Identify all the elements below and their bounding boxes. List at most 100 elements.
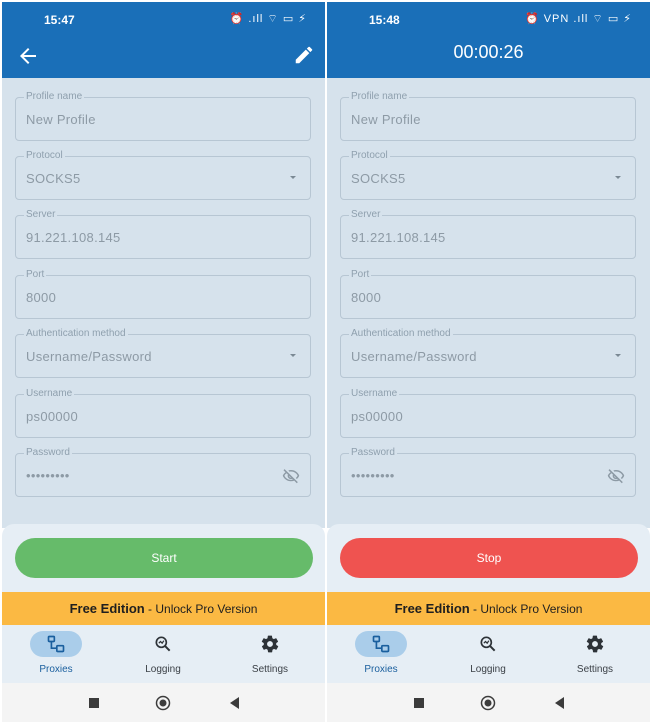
nav-item-proxies[interactable]: Proxies <box>331 625 431 683</box>
field-label: Port <box>24 269 47 281</box>
phone-screen-profile-editor: 15:47 ⏰ .ıll ⌔ ▭ ⚡ Profile name New Prof… <box>2 2 325 722</box>
dropdown-arrow-icon <box>290 176 296 179</box>
nav-label: Settings <box>251 664 289 675</box>
server-field[interactable]: Server 91.221.108.145 <box>340 209 636 259</box>
username-field[interactable]: Username ps00000 <box>340 388 636 438</box>
system-navigation-bar <box>327 683 650 722</box>
authentication-method-dropdown[interactable]: Authentication method Username/Password <box>340 328 636 378</box>
port-field[interactable]: Port 8000 <box>340 269 636 319</box>
field-value: 8000 <box>26 290 57 305</box>
pencil-icon[interactable] <box>293 44 315 66</box>
nav-item-logging[interactable]: Logging <box>113 625 213 683</box>
proxies-icon <box>372 635 390 653</box>
promo-text: - Unlock Pro Version <box>469 602 583 616</box>
promo-banner[interactable]: Free Edition - Unlock Pro Version <box>327 592 650 625</box>
nav-label: Logging <box>145 664 181 675</box>
nav-icon-container <box>462 631 514 657</box>
port-field[interactable]: Port 8000 <box>15 269 311 319</box>
action-area: Start <box>2 524 325 592</box>
system-navigation-bar <box>2 683 325 722</box>
field-label: Protocol <box>24 150 65 162</box>
nav-icon-container <box>244 631 296 657</box>
field-label: Username <box>349 388 400 400</box>
field-label: Port <box>349 269 372 281</box>
nav-label: Proxies <box>364 664 398 675</box>
gear-icon <box>261 635 279 653</box>
status-icons: ⏰ .ıll ⌔ ▭ ⚡ <box>229 13 307 25</box>
back-triangle-icon[interactable] <box>227 695 243 711</box>
nav-label: Settings <box>576 664 614 675</box>
profile-form: Profile name New Profile Protocol SOCKS5… <box>2 78 325 528</box>
profile-name-field[interactable]: Profile name New Profile <box>340 91 636 141</box>
nav-icon-container <box>569 631 621 657</box>
authentication-method-dropdown[interactable]: Authentication method Username/Password <box>15 328 311 378</box>
field-value: 91.221.108.145 <box>26 230 121 245</box>
field-value: ••••••••• <box>26 468 70 483</box>
proxies-icon <box>47 635 65 653</box>
field-label: Authentication method <box>349 328 453 340</box>
nav-label: Proxies <box>39 664 73 675</box>
nav-item-settings[interactable]: Settings <box>545 625 645 683</box>
eye-off-icon[interactable] <box>607 467 625 485</box>
status-time: 15:48 <box>369 13 400 27</box>
server-field[interactable]: Server 91.221.108.145 <box>15 209 311 259</box>
recents-square-icon[interactable] <box>411 695 427 711</box>
field-value: ps00000 <box>26 409 78 424</box>
dropdown-arrow-icon <box>615 176 621 179</box>
dropdown-arrow-icon <box>290 354 296 357</box>
field-value: 91.221.108.145 <box>351 230 446 245</box>
status-icons: ⏰ VPN .ıll ⌔ ▭ ⚡ <box>524 13 632 25</box>
logging-icon <box>480 636 496 652</box>
field-value: SOCKS5 <box>351 171 406 186</box>
field-label: Server <box>349 209 383 221</box>
password-field[interactable]: Password ••••••••• <box>340 447 636 497</box>
field-value: Username/Password <box>351 349 477 364</box>
field-value: ••••••••• <box>351 468 395 483</box>
app-bar <box>2 36 325 78</box>
phone-screen-connected: 15:48 ⏰ VPN .ıll ⌔ ▭ ⚡ 00:00:26 Profile … <box>327 2 650 722</box>
promo-edition: Free Edition <box>394 601 470 616</box>
field-label: Profile name <box>349 91 410 103</box>
protocol-dropdown[interactable]: Protocol SOCKS5 <box>15 150 311 200</box>
status-time: 15:47 <box>44 13 75 27</box>
home-circle-icon[interactable] <box>480 695 496 711</box>
field-value: ps00000 <box>351 409 403 424</box>
field-value: 8000 <box>351 290 382 305</box>
logging-icon <box>155 636 171 652</box>
nav-icon-container <box>137 631 189 657</box>
nav-active-indicator <box>355 631 407 657</box>
field-label: Password <box>349 447 397 459</box>
arrow-left-icon[interactable] <box>16 44 40 68</box>
promo-text: - Unlock Pro Version <box>144 602 258 616</box>
nav-item-proxies[interactable]: Proxies <box>6 625 106 683</box>
status-bar: 15:47 ⏰ .ıll ⌔ ▭ ⚡ <box>2 2 325 36</box>
back-triangle-icon[interactable] <box>552 695 568 711</box>
recents-square-icon[interactable] <box>86 695 102 711</box>
home-circle-icon[interactable] <box>155 695 171 711</box>
promo-banner[interactable]: Free Edition - Unlock Pro Version <box>2 592 325 625</box>
field-value: New Profile <box>351 112 421 127</box>
bottom-navigation: Proxies Logging Settings <box>327 625 650 683</box>
username-field[interactable]: Username ps00000 <box>15 388 311 438</box>
field-label: Profile name <box>24 91 85 103</box>
field-label: Authentication method <box>24 328 128 340</box>
nav-active-indicator <box>30 631 82 657</box>
stop-button[interactable]: Stop <box>340 538 638 578</box>
field-value: SOCKS5 <box>26 171 81 186</box>
nav-label: Logging <box>470 664 506 675</box>
status-bar: 15:48 ⏰ VPN .ıll ⌔ ▭ ⚡ <box>327 2 650 36</box>
nav-item-logging[interactable]: Logging <box>438 625 538 683</box>
password-field[interactable]: Password ••••••••• <box>15 447 311 497</box>
field-label: Protocol <box>349 150 390 162</box>
field-label: Username <box>24 388 75 400</box>
protocol-dropdown[interactable]: Protocol SOCKS5 <box>340 150 636 200</box>
start-button[interactable]: Start <box>15 538 313 578</box>
field-value: New Profile <box>26 112 96 127</box>
bottom-navigation: Proxies Logging Settings <box>2 625 325 683</box>
gear-icon <box>586 635 604 653</box>
eye-off-icon[interactable] <box>282 467 300 485</box>
connection-timer: 00:00:26 <box>453 42 524 62</box>
action-area: Stop <box>327 524 650 592</box>
nav-item-settings[interactable]: Settings <box>220 625 320 683</box>
profile-name-field[interactable]: Profile name New Profile <box>15 91 311 141</box>
